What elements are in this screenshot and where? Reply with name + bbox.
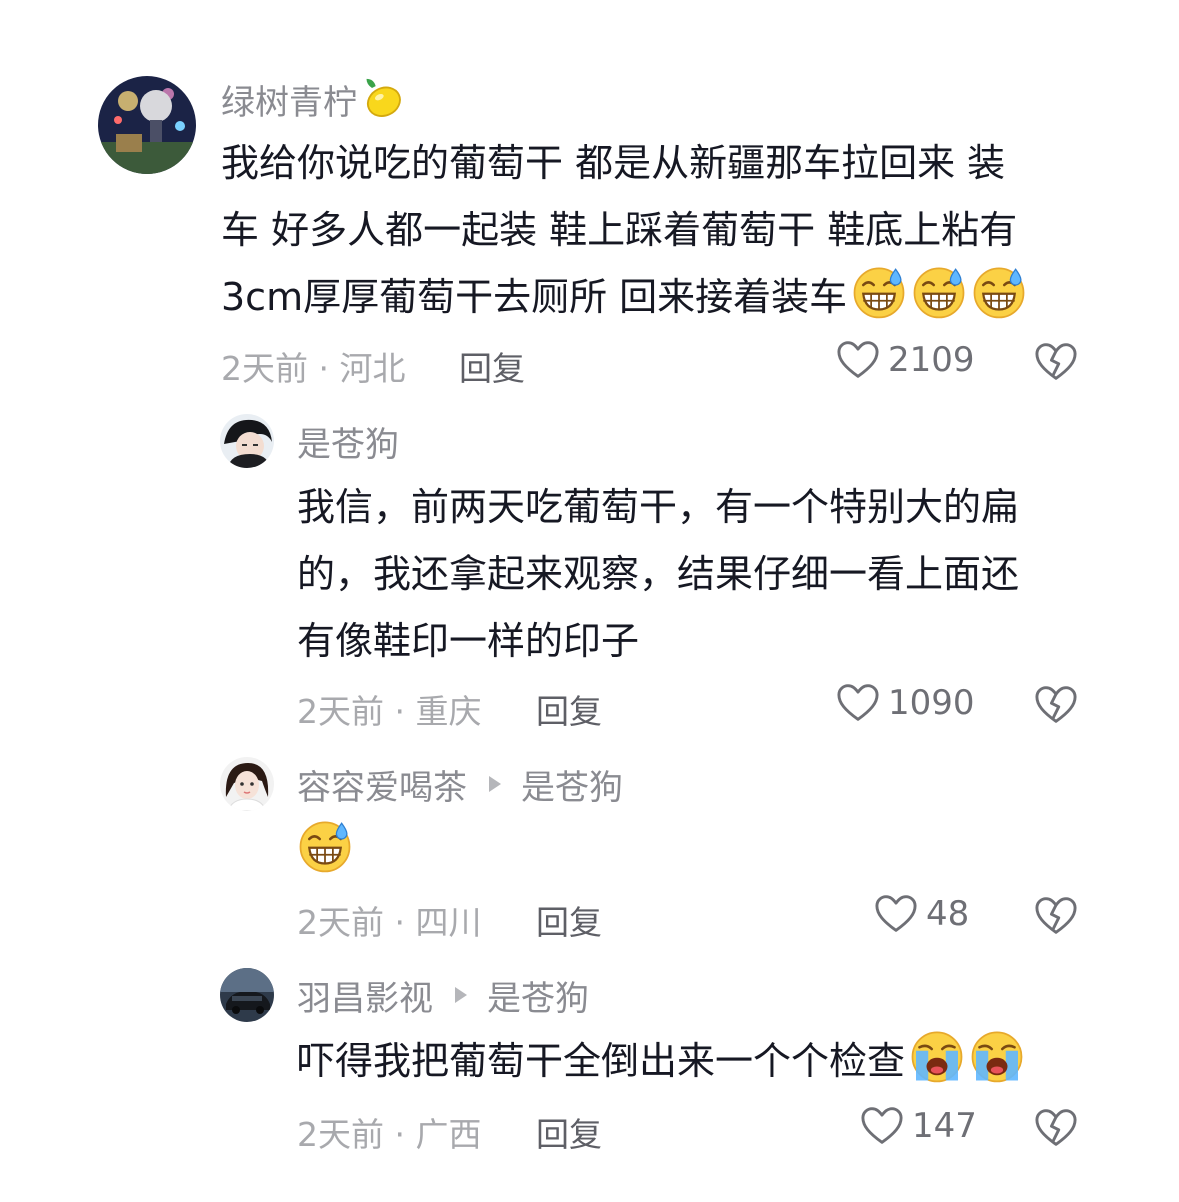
broken-heart-icon[interactable] bbox=[1034, 342, 1078, 382]
comment-text bbox=[297, 818, 353, 885]
reply-button[interactable]: 回复 bbox=[536, 896, 602, 944]
comment-meta: 2天前 · 广西 bbox=[297, 1115, 482, 1154]
avatar[interactable] bbox=[98, 76, 196, 174]
comment-text: 我信，前两天吃葡萄干，有一个特别大的扁 的，我还拿起来观察，结果仔细一看上面还 … bbox=[297, 485, 1020, 663]
reply-arrow-icon bbox=[489, 776, 501, 792]
comment-text: 我给你说吃的葡萄干 都是从新疆那车拉回来 装 车 好多人都一起装 鞋上踩着葡萄干… bbox=[221, 130, 1121, 331]
username[interactable]: 是苍狗 bbox=[297, 417, 399, 466]
loudly-crying-emoji-icon bbox=[909, 1028, 965, 1084]
comment-meta: 2天前 · 重庆 bbox=[297, 692, 482, 731]
avatar[interactable] bbox=[220, 968, 274, 1022]
heart-icon bbox=[874, 894, 918, 934]
reply-button[interactable]: 回复 bbox=[459, 342, 525, 390]
reply-target-username[interactable]: 是苍狗 bbox=[487, 971, 589, 1020]
like-button[interactable]: 1090 bbox=[836, 683, 975, 723]
username[interactable]: 羽昌影视 bbox=[297, 971, 433, 1020]
broken-heart-icon[interactable] bbox=[1034, 896, 1078, 936]
like-button[interactable]: 147 bbox=[860, 1106, 977, 1146]
like-count: 1090 bbox=[888, 683, 975, 723]
broken-heart-icon[interactable] bbox=[1034, 685, 1078, 725]
avatar[interactable] bbox=[220, 414, 274, 468]
grinning-sweat-emoji-icon bbox=[297, 818, 353, 874]
broken-heart-icon[interactable] bbox=[1034, 1108, 1078, 1148]
like-count: 48 bbox=[926, 894, 970, 934]
grinning-sweat-emoji-icon bbox=[911, 264, 967, 320]
comment-meta: 2天前 · 河北 bbox=[221, 349, 406, 388]
comment-meta: 2天前 · 四川 bbox=[297, 903, 482, 942]
like-count: 2109 bbox=[888, 340, 975, 380]
comment-text: 吓得我把葡萄干全倒出来一个个检查 bbox=[297, 1028, 1117, 1095]
avatar[interactable] bbox=[220, 757, 274, 811]
heart-icon bbox=[836, 683, 880, 723]
username[interactable]: 容容爱喝茶 bbox=[297, 760, 467, 809]
like-count: 147 bbox=[912, 1106, 977, 1146]
reply-arrow-icon bbox=[455, 987, 467, 1003]
reply-button[interactable]: 回复 bbox=[536, 1108, 602, 1156]
loudly-crying-emoji-icon bbox=[969, 1028, 1025, 1084]
grinning-sweat-emoji-icon bbox=[971, 264, 1027, 320]
reply-target-username[interactable]: 是苍狗 bbox=[521, 760, 623, 809]
username[interactable]: 绿树青柠 bbox=[221, 75, 357, 124]
like-button[interactable]: 2109 bbox=[836, 340, 975, 380]
heart-icon bbox=[836, 340, 880, 380]
heart-icon bbox=[860, 1106, 904, 1146]
reply-button[interactable]: 回复 bbox=[536, 685, 602, 733]
lemon-emoji-icon bbox=[366, 78, 401, 117]
like-button[interactable]: 48 bbox=[874, 894, 969, 934]
grinning-sweat-emoji-icon bbox=[851, 264, 907, 320]
